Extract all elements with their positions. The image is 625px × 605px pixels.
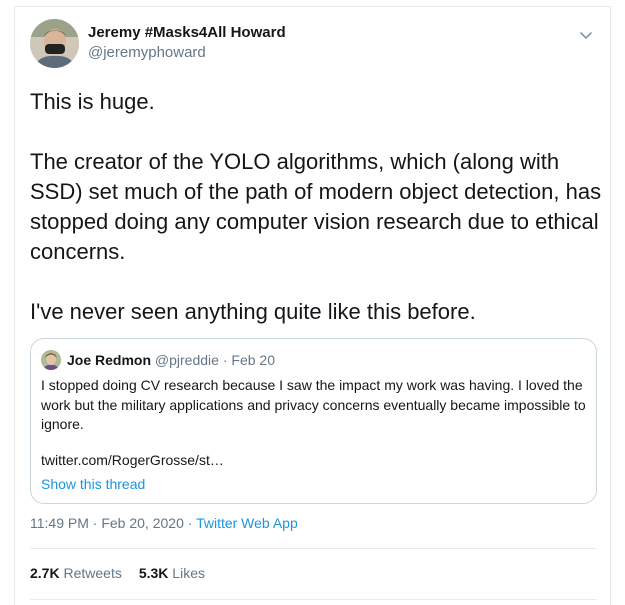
chevron-down-icon[interactable] (577, 26, 595, 44)
quoted-display-name[interactable]: Joe Redmon (67, 352, 151, 368)
quoted-tweet[interactable]: Joe Redmon @pjreddie · Feb 20 I stopped … (30, 338, 597, 504)
meta-separator: · (88, 515, 102, 531)
tweet-paragraph: The creator of the YOLO algorithms, whic… (30, 149, 602, 264)
quoted-avatar[interactable] (41, 350, 61, 370)
likes-label: Likes (172, 565, 205, 581)
likes-count: 5.3K (138, 565, 169, 581)
avatar[interactable] (30, 19, 79, 68)
tweet-time[interactable]: 11:49 PM (30, 515, 89, 531)
retweets-count: 2.7K (30, 565, 60, 581)
likes-stat[interactable]: 5.3K Likes (139, 564, 205, 583)
quoted-link[interactable]: twitter.com/RogerGrosse/st… (41, 451, 224, 470)
quoted-date[interactable]: Feb 20 (231, 352, 275, 368)
author-handle[interactable]: @jeremyphoward (88, 44, 206, 62)
tweet-text: This is huge. The creator of the YOLO al… (30, 87, 605, 327)
source-app-link[interactable]: Twitter Web App (196, 515, 298, 531)
quoted-text: I stopped doing CV research because I sa… (41, 377, 586, 432)
tweet-paragraph: This is huge. (30, 89, 155, 114)
tweet-date[interactable]: Feb 20, 2020 (101, 515, 184, 531)
tweet-stats: 2.7K Retweets 5.3K Likes (30, 564, 205, 583)
meta-separator: · (183, 515, 197, 531)
avatar-photo (30, 19, 79, 68)
retweets-stat[interactable]: 2.7K Retweets (30, 564, 122, 583)
tweet-card: Jeremy #Masks4All Howard @jeremyphoward … (14, 6, 611, 605)
retweets-label: Retweets (63, 565, 122, 581)
author-display-name[interactable]: Jeremy #Masks4All Howard (88, 24, 286, 42)
tweet-paragraph: I've never seen anything quite like this… (30, 299, 476, 324)
quoted-avatar-photo (41, 350, 61, 370)
divider (30, 548, 597, 549)
divider (30, 599, 597, 600)
quoted-header: Joe Redmon @pjreddie · Feb 20 (67, 351, 275, 369)
quoted-handle[interactable]: @pjreddie (155, 352, 219, 368)
show-thread-link[interactable]: Show this thread (41, 475, 145, 494)
tweet-meta: 11:49 PM · Feb 20, 2020 · Twitter Web Ap… (30, 514, 298, 533)
quoted-separator: · (218, 352, 232, 368)
